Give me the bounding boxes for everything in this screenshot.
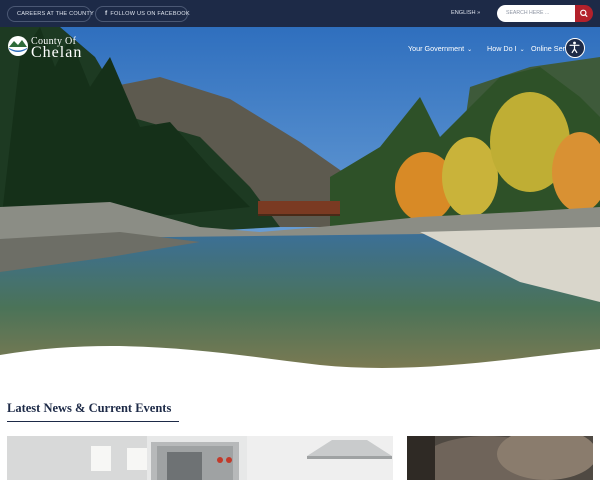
news-card-image <box>7 436 393 480</box>
section-title-news: Latest News & Current Events <box>7 401 172 415</box>
utility-bar: CAREERS AT THE COUNTY f FOLLOW US ON FACE… <box>0 0 600 27</box>
search-button[interactable] <box>575 5 593 22</box>
careers-link[interactable]: CAREERS AT THE COUNTY <box>7 6 94 22</box>
search-icon <box>580 9 588 18</box>
nav-how-do-i[interactable]: How Do I ⌄ <box>487 44 525 53</box>
careers-label: CAREERS AT THE COUNTY <box>17 11 94 17</box>
facebook-link[interactable]: f FOLLOW US ON FACEBOOK <box>95 6 190 22</box>
facebook-icon: f <box>105 10 108 17</box>
news-card[interactable] <box>7 436 393 480</box>
section-title-underline <box>7 421 179 422</box>
hero-image <box>0 27 600 370</box>
nav-online-services[interactable]: Online Ser <box>531 44 565 53</box>
news-card[interactable] <box>407 436 593 480</box>
language-selector[interactable]: ENGLISH » <box>451 10 480 16</box>
search-input[interactable]: SEARCH HERE ... <box>497 5 575 22</box>
accessibility-button[interactable] <box>565 38 585 58</box>
nav-online-services-label: Online Ser <box>531 44 565 53</box>
chevron-down-icon: ⌄ <box>519 47 525 53</box>
nav-your-government-label: Your Government <box>408 44 465 53</box>
news-card-image <box>407 436 593 480</box>
nav-your-government[interactable]: Your Government ⌄ <box>408 44 472 53</box>
accessibility-icon <box>569 41 580 54</box>
logo-emblem-icon <box>8 36 28 56</box>
facebook-label: FOLLOW US ON FACEBOOK <box>110 11 190 17</box>
chevron-down-icon: ⌄ <box>467 47 473 53</box>
logo-text-chelan: Chelan <box>31 44 83 61</box>
nav-how-do-i-label: How Do I <box>487 44 517 53</box>
